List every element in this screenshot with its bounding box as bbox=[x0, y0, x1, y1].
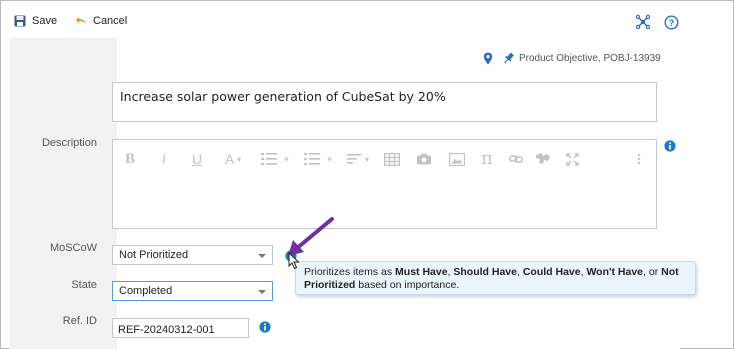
camera-icon[interactable] bbox=[416, 151, 432, 167]
bold-icon[interactable]: B bbox=[123, 151, 137, 167]
description-label: Description bbox=[41, 137, 97, 149]
image-icon[interactable] bbox=[448, 151, 466, 167]
description-info-icon[interactable] bbox=[664, 139, 676, 152]
unordered-list-icon[interactable]: ▾ bbox=[302, 151, 334, 167]
moscow-select[interactable]: Not Prioritized bbox=[112, 245, 273, 265]
formula-icon[interactable]: π bbox=[479, 149, 495, 169]
editor-toolbar: B i U A ▾ ▾ ▾ ▾ π bbox=[113, 140, 656, 178]
mouse-cursor-icon bbox=[288, 252, 300, 270]
moscow-label: MoSCoW bbox=[49, 242, 97, 254]
ref-id-info-icon[interactable] bbox=[259, 320, 271, 333]
help-icon: ? bbox=[664, 14, 679, 30]
svg-text:?: ? bbox=[669, 18, 675, 28]
tooltip-wont-have: Won't Have bbox=[586, 266, 644, 278]
align-icon[interactable]: ▾ bbox=[344, 151, 372, 167]
cancel-button[interactable]: Cancel bbox=[75, 12, 127, 30]
tooltip-separator: , or bbox=[643, 266, 662, 278]
underline-icon[interactable]: U bbox=[190, 151, 204, 167]
chevron-down-icon bbox=[258, 254, 266, 258]
tooltip-could-have: Could Have bbox=[522, 266, 581, 278]
cancel-label: Cancel bbox=[93, 15, 128, 27]
save-icon bbox=[14, 15, 26, 27]
tooltip-text: based on importance. bbox=[355, 279, 460, 291]
description-editor[interactable]: B i U A ▾ ▾ ▾ ▾ π bbox=[112, 139, 657, 229]
tooltip-text: Prioritizes items as bbox=[304, 266, 396, 278]
italic-icon[interactable]: i bbox=[159, 151, 169, 167]
save-button[interactable]: Save bbox=[14, 12, 57, 30]
state-select[interactable]: Completed bbox=[112, 281, 273, 301]
ordered-list-icon[interactable]: ▾ bbox=[259, 151, 291, 167]
owner-line: Product Objective, POBJ-13939 bbox=[483, 52, 661, 65]
pushpin-icon[interactable] bbox=[502, 52, 515, 65]
hierarchy-icon bbox=[635, 14, 651, 30]
help-button[interactable]: ? bbox=[664, 13, 679, 31]
ref-id-label: Ref. ID bbox=[62, 315, 97, 327]
toolbar: Save Cancel ? bbox=[1, 1, 733, 37]
tooltip-must-have: Must Have bbox=[395, 266, 448, 278]
location-pin-icon[interactable] bbox=[483, 52, 493, 65]
state-label: State bbox=[71, 279, 97, 291]
owner-text[interactable]: Product Objective, POBJ-13939 bbox=[519, 53, 661, 64]
fullscreen-icon[interactable] bbox=[565, 151, 579, 167]
link-icon[interactable] bbox=[508, 151, 524, 167]
font-size-icon[interactable]: A ▾ bbox=[220, 151, 246, 167]
special-characters-icon[interactable] bbox=[534, 151, 552, 167]
title-field[interactable]: Increase solar power generation of CubeS… bbox=[112, 82, 657, 122]
more-icon[interactable] bbox=[635, 151, 643, 167]
chevron-down-icon bbox=[258, 290, 266, 294]
save-label: Save bbox=[32, 15, 58, 27]
undo-icon bbox=[75, 16, 87, 26]
state-value: Completed bbox=[119, 285, 173, 297]
table-icon[interactable] bbox=[383, 151, 401, 167]
hierarchy-button[interactable] bbox=[635, 13, 651, 31]
tooltip-should-have: Should Have bbox=[453, 266, 517, 278]
ref-id-input[interactable] bbox=[112, 318, 249, 338]
moscow-tooltip: Prioritizes items as Must Have, Should H… bbox=[295, 261, 696, 295]
moscow-value: Not Prioritized bbox=[119, 249, 189, 261]
